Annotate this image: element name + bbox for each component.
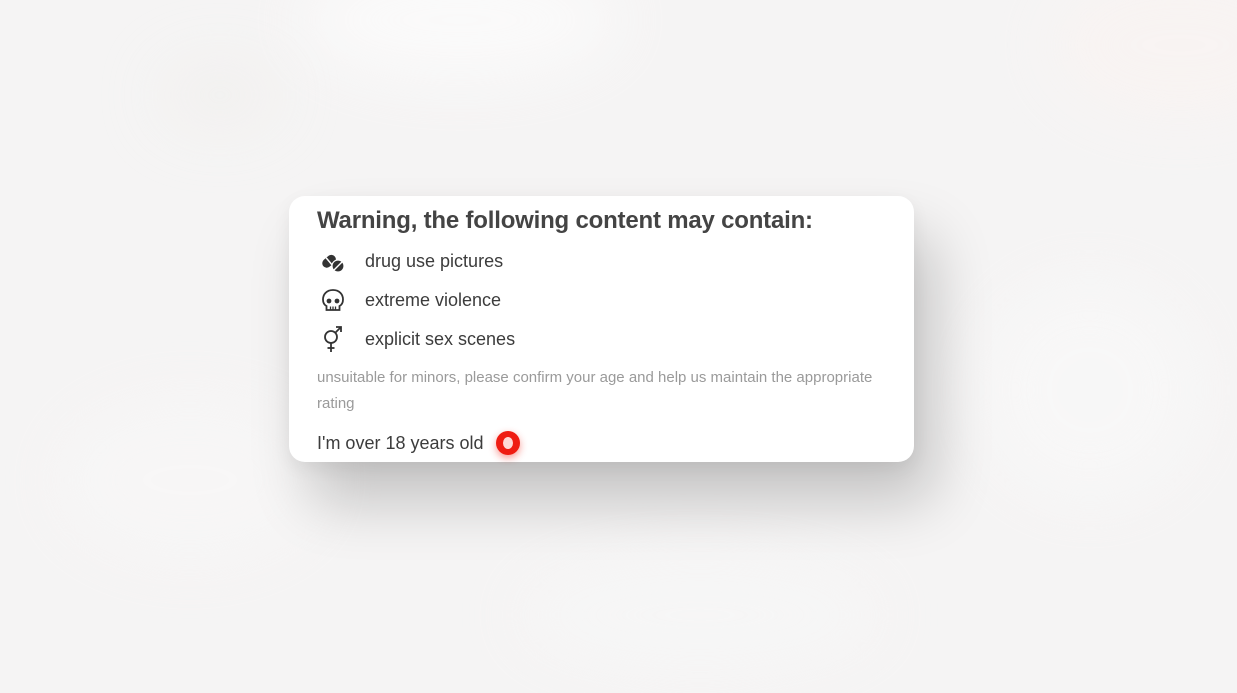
age-warning-modal: Warning, the following content may conta… [289, 196, 914, 462]
age-confirm-label: I'm over 18 years old [317, 432, 484, 453]
toggle-knob [502, 437, 513, 449]
age-confirm-toggle[interactable] [495, 431, 520, 455]
background-blur-shape [60, 400, 320, 560]
skull-icon [317, 285, 349, 317]
warning-item-sex: explicit sex scenes [317, 320, 886, 359]
background-blur-shape [980, 280, 1200, 500]
warning-item-drugs: drug use pictures [317, 242, 886, 281]
content-warning-list: drug use pictures extreme violence expli… [317, 242, 886, 359]
background-blur-shape [300, 0, 620, 80]
age-notice-text: unsuitable for minors, please confirm yo… [317, 369, 873, 412]
modal-title: Warning, the following content may conta… [317, 207, 813, 234]
age-confirmation: I'm over 18 years old [317, 431, 886, 455]
warning-item-label: extreme violence [365, 290, 502, 310]
gender-symbol-icon [317, 324, 349, 356]
warning-item-violence: extreme violence [317, 281, 886, 320]
warning-item-label: drug use pictures [365, 251, 504, 271]
background-blur-shape [160, 60, 280, 130]
pills-icon [317, 246, 349, 278]
warning-item-label: explicit sex scenes [365, 329, 516, 349]
background-blur-shape [1050, 0, 1237, 120]
background-blur-shape [520, 560, 880, 670]
